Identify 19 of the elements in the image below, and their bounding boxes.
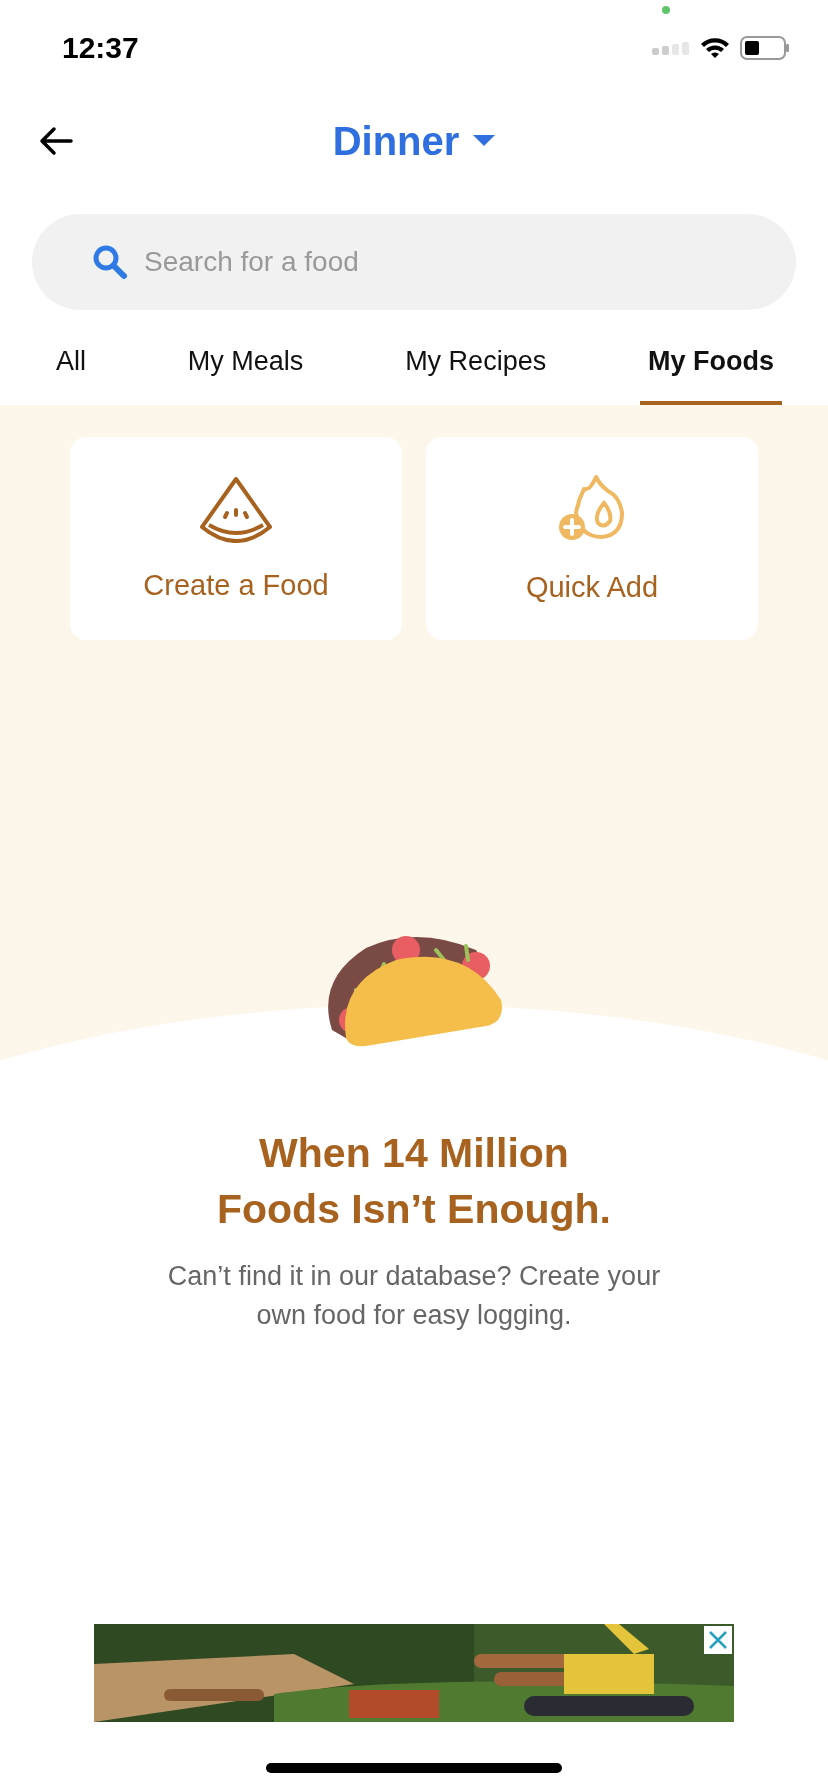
tab[interactable]: My Recipes: [397, 328, 555, 405]
empty-state-message: Can’t find it in our database? Create your own food for easy logging.: [166, 1260, 662, 1332]
watermelon-slice-icon: [200, 475, 272, 543]
meal-dropdown[interactable]: Dinner: [332, 118, 496, 164]
search-bar[interactable]: Search for a food: [32, 214, 796, 310]
tab[interactable]: My Meals: [179, 328, 312, 405]
close-button[interactable]: [704, 1626, 732, 1654]
battery-icon: [740, 36, 790, 60]
indicator-dot-icon: [662, 6, 670, 14]
search-icon: [92, 244, 128, 280]
caret-icon: [473, 135, 496, 147]
action-card[interactable]: Quick Add: [426, 437, 758, 640]
signal-icon: [652, 41, 690, 55]
tab[interactable]: All: [48, 328, 94, 405]
wifi-icon: [700, 37, 730, 59]
action-card[interactable]: Create a Food: [70, 437, 402, 640]
search-field[interactable]: Search for a food: [142, 245, 766, 279]
status-time: 12:37: [62, 31, 139, 65]
empty-state-heading: When 14 Million Foods Isn’t Enough.: [217, 1129, 611, 1234]
